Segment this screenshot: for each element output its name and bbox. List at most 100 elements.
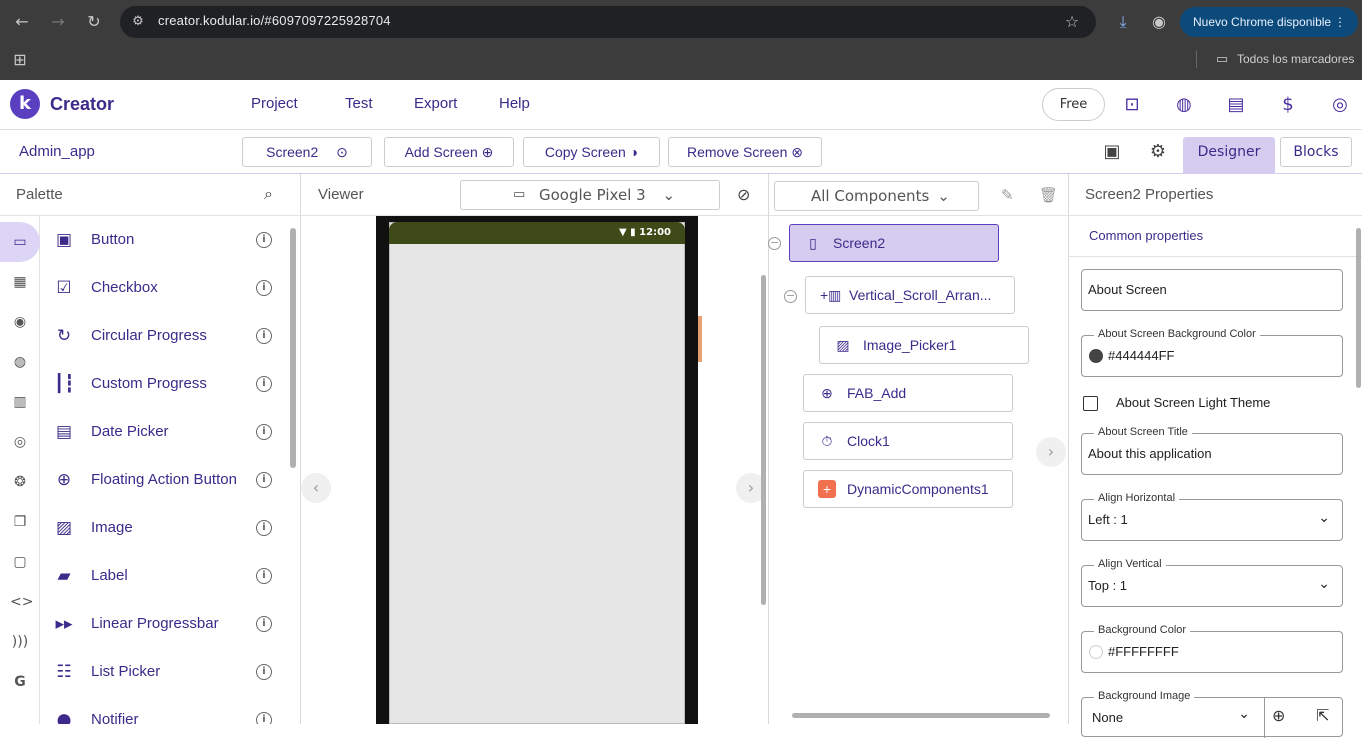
connectivity-icon[interactable]: ))) [10, 632, 30, 652]
google-icon[interactable]: G [10, 672, 30, 692]
align-horizontal-select[interactable]: Align Horizontal Left : 1 ⌄ [1081, 492, 1343, 541]
collapse-icon[interactable]: − [784, 290, 797, 303]
maps-icon[interactable]: ▥ [10, 392, 30, 412]
media-icon[interactable]: ◉ [10, 312, 30, 332]
chevron-down-icon: ⊙ [336, 144, 348, 160]
info-icon[interactable]: i [256, 424, 272, 440]
palette-item[interactable]: ☷ List Picker i [41, 648, 291, 696]
forward-icon[interactable]: → [48, 12, 68, 32]
code-icon[interactable]: <> [10, 592, 33, 612]
component-vertical-scroll[interactable]: +▥ Vertical_Scroll_Arran... [805, 276, 1015, 314]
component-dynamic-components[interactable]: + DynamicComponents1 [803, 470, 1013, 508]
designer-tab[interactable]: Designer [1183, 137, 1275, 174]
menu-project[interactable]: Project [251, 95, 298, 112]
common-properties-link[interactable]: Common properties [1089, 228, 1203, 243]
palette-item[interactable]: ⊕ Floating Action Button i [41, 456, 291, 504]
gallery-icon[interactable]: ▣ [1101, 141, 1123, 163]
open-external-icon[interactable]: ⇱ [1316, 706, 1329, 725]
component-image-picker[interactable]: ▨ Image_Picker1 [819, 326, 1029, 364]
chevron-right-icon[interactable]: › [1036, 437, 1066, 467]
utilities-icon[interactable]: ▢ [10, 552, 30, 572]
fab-add-icon: ⊕ [821, 385, 833, 401]
light-theme-checkbox[interactable] [1083, 396, 1098, 411]
sensors-icon[interactable]: ◎ [10, 432, 30, 452]
screen-select[interactable]: Screen2 ⊙ [242, 137, 372, 167]
plan-button[interactable]: Free [1042, 88, 1105, 121]
palette-item[interactable]: ┃┇ Custom Progress i [41, 360, 291, 408]
menu-test[interactable]: Test [345, 95, 373, 112]
upload-icon[interactable]: ⊕ [1272, 706, 1285, 725]
menu-help[interactable]: Help [499, 95, 530, 112]
settings-gear-icon[interactable]: ⚙ [1147, 141, 1169, 163]
palette-item[interactable]: ☑ Checkbox i [41, 264, 291, 312]
palette-item-label: Circular Progress [91, 327, 207, 344]
info-icon[interactable]: i [256, 328, 272, 344]
background-color-field[interactable]: Background Color #FFFFFFFF [1081, 624, 1343, 673]
delete-trash-icon[interactable]: 🗑 [1039, 186, 1058, 204]
chevron-left-icon[interactable]: ‹ [301, 473, 331, 503]
align-vertical-select[interactable]: Align Vertical Top : 1 ⌄ [1081, 558, 1343, 607]
rename-pencil-icon[interactable]: ✎ [1001, 186, 1014, 204]
site-info-icon[interactable]: ⚙ [128, 12, 148, 32]
about-screen-textarea[interactable]: About Screen [1081, 269, 1343, 311]
reload-icon[interactable]: ↻ [84, 12, 104, 32]
account-icon[interactable]: ◎ [1329, 94, 1351, 116]
search-icon[interactable]: ⌕ [264, 184, 273, 204]
layout-icon[interactable]: ▦ [10, 272, 30, 292]
phone-screen[interactable] [389, 222, 685, 724]
info-icon[interactable]: i [256, 280, 272, 296]
properties-scrollbar[interactable] [1356, 228, 1361, 388]
components-h-scrollbar[interactable] [792, 713, 1050, 718]
component-screen2[interactable]: ▯ Screen2 [789, 224, 999, 262]
chrome-update-button[interactable]: Nuevo Chrome disponible ⋮ [1180, 7, 1358, 37]
info-icon[interactable]: i [256, 472, 272, 488]
back-icon[interactable]: ← [12, 12, 32, 32]
divider [1069, 256, 1362, 257]
info-icon[interactable]: i [256, 376, 272, 392]
url-text[interactable]: creator.kodular.io/#6097097225928704 [158, 13, 391, 28]
info-icon[interactable]: i [256, 568, 272, 584]
component-fab-add[interactable]: ⊕ FAB_Add [803, 374, 1013, 412]
palette-item[interactable]: ↻ Circular Progress i [41, 312, 291, 360]
add-screen-button[interactable]: Add Screen ⊕ [384, 137, 514, 167]
import-folder-icon[interactable]: ⊡ [1121, 94, 1143, 116]
remove-screen-button[interactable]: Remove Screen ⊗ [668, 137, 822, 167]
address-bar[interactable]: ⚙ creator.kodular.io/#6097097225928704 ☆ [120, 6, 1096, 38]
dollar-icon[interactable]: $ [1277, 94, 1299, 116]
background-image-field[interactable]: Background Image None ⌄ ⊕ ⇱ [1081, 690, 1343, 738]
component-clock[interactable]: ⏱ Clock1 [803, 422, 1013, 460]
copy-screen-button[interactable]: Copy Screen ◑ [523, 137, 660, 167]
palette-item[interactable]: ▰ Label i [41, 552, 291, 600]
palette-item[interactable]: ▨ Image i [41, 504, 291, 552]
theme-palette-icon[interactable]: ◍ [1173, 94, 1195, 116]
menu-export[interactable]: Export [414, 95, 457, 112]
components-filter-select[interactable]: All Components ⌄ [774, 181, 979, 211]
device-select[interactable]: ▭ Google Pixel 3 ⌄ [460, 180, 720, 210]
palette-item[interactable]: ▣ Button i [41, 216, 291, 264]
drawing-icon[interactable]: ◍ [10, 352, 30, 372]
palette-item[interactable]: ▸▸ Linear Progressbar i [41, 600, 291, 648]
info-icon[interactable]: i [256, 232, 272, 248]
social-icon[interactable]: ❂ [10, 472, 30, 492]
info-icon[interactable]: i [256, 616, 272, 632]
info-icon[interactable]: i [256, 520, 272, 536]
palette-item[interactable]: ● Notifier i [41, 696, 291, 724]
all-bookmarks-link[interactable]: Todos los marcadores [1237, 52, 1354, 66]
blocks-tab[interactable]: Blocks [1280, 137, 1352, 167]
profile-icon[interactable]: ◉ [1149, 12, 1169, 32]
bookmark-star-icon[interactable]: ☆ [1062, 12, 1082, 32]
docs-icon[interactable]: ▤ [1225, 94, 1247, 116]
palette-scrollbar[interactable] [290, 228, 296, 468]
storage-icon[interactable]: ❐ [10, 512, 30, 532]
about-bg-color-field[interactable]: About Screen Background Color #444444FF [1081, 328, 1343, 377]
user-interface-icon[interactable]: ▭ [10, 232, 30, 252]
hide-eye-icon[interactable]: ⊘ [737, 185, 750, 204]
info-icon[interactable]: i [256, 664, 272, 680]
apps-grid-icon[interactable]: ⊞ [10, 50, 30, 70]
download-icon[interactable]: ⤓ [1113, 12, 1133, 32]
info-icon[interactable]: i [256, 712, 272, 724]
components-scrollbar[interactable] [761, 275, 766, 605]
collapse-icon[interactable]: − [768, 237, 781, 250]
about-title-field[interactable]: About Screen Title About this applicatio… [1081, 426, 1343, 475]
palette-item[interactable]: ▤ Date Picker i [41, 408, 291, 456]
